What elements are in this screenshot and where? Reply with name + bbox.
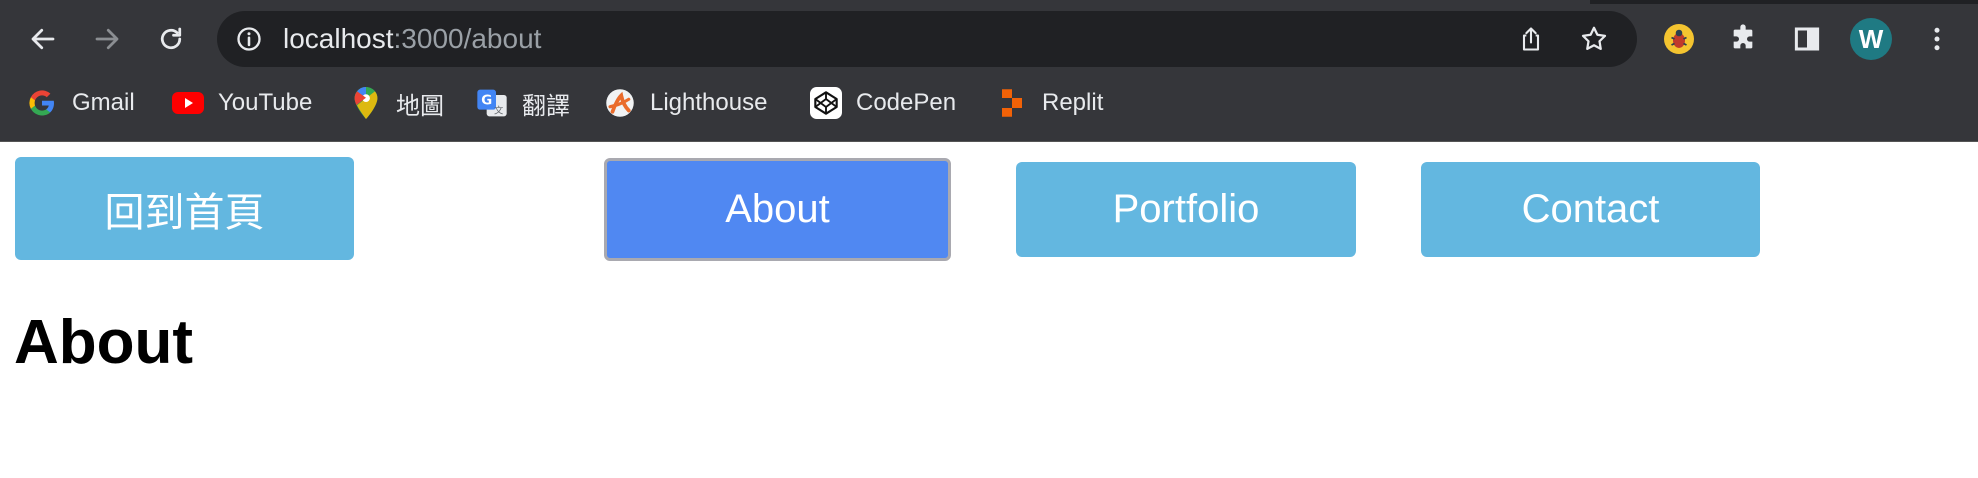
reload-button[interactable]	[148, 16, 194, 62]
contact-button[interactable]: Contact	[1421, 162, 1760, 257]
bookmark-label: 地圖	[396, 92, 444, 120]
translate-icon: G 文	[476, 87, 508, 119]
extension-button[interactable]	[1656, 16, 1702, 62]
bookmark-label: Replit	[1042, 89, 1104, 116]
url-host: localhost	[283, 23, 394, 54]
back-button[interactable]	[20, 16, 66, 62]
bookmark-maps[interactable]: 地圖	[350, 82, 444, 124]
arrow-left-icon	[31, 28, 55, 50]
bookmark-label: YouTube	[218, 89, 313, 116]
puzzle-icon	[1733, 24, 1753, 49]
about-button[interactable]: About	[604, 158, 951, 261]
side-panel-icon	[1794, 27, 1820, 51]
url-text[interactable]: localhost:3000/about	[283, 11, 541, 67]
browser-menu-button[interactable]	[1914, 16, 1960, 62]
bookmark-label: CodePen	[856, 89, 957, 116]
browser-chrome: localhost:3000/about W Gmail YouTube 地圖 …	[0, 0, 1978, 142]
bookmark-codepen[interactable]: CodePen	[810, 82, 956, 124]
bookmarks-bar: Gmail YouTube 地圖 G 文 翻譯 Lighthouse CodeP…	[0, 82, 1978, 124]
bookmark-star-icon[interactable]	[1579, 24, 1609, 54]
avatar: W	[1850, 18, 1892, 60]
portfolio-button[interactable]: Portfolio	[1016, 162, 1356, 257]
codepen-icon	[810, 87, 842, 119]
profile-button[interactable]: W	[1848, 16, 1894, 62]
bookmark-lighthouse[interactable]: Lighthouse	[604, 82, 767, 124]
side-panel-button[interactable]	[1784, 16, 1830, 62]
browser-toolbar: localhost:3000/about W	[0, 8, 1978, 72]
active-tab[interactable]	[0, 0, 1590, 4]
info-icon[interactable]	[235, 25, 263, 53]
url-path: :3000/about	[393, 23, 542, 54]
bookmark-replit[interactable]: Replit	[996, 82, 1103, 124]
google-icon	[26, 87, 58, 119]
arrow-right-icon	[95, 28, 119, 50]
bookmark-translate[interactable]: G 文 翻譯	[476, 82, 570, 124]
extension-bug-icon	[1664, 24, 1694, 54]
share-icon[interactable]	[1517, 25, 1545, 53]
more-vertical-icon	[1934, 27, 1940, 51]
maps-pin-icon	[350, 87, 382, 119]
svg-text:文: 文	[494, 105, 503, 117]
bookmark-label: 翻譯	[522, 92, 570, 120]
bookmark-youtube[interactable]: YouTube	[172, 82, 312, 124]
reload-icon	[160, 27, 182, 50]
bookmark-label: Lighthouse	[650, 89, 768, 116]
home-button[interactable]: 回到首頁	[15, 157, 354, 260]
page-content: 回到首頁 About Portfolio Contact About	[0, 142, 1978, 478]
bookmark-label: Gmail	[72, 89, 135, 116]
lighthouse-icon	[604, 87, 636, 119]
tab-strip	[0, 0, 1978, 4]
extensions-menu-button[interactable]	[1720, 16, 1766, 62]
address-bar[interactable]: localhost:3000/about	[217, 11, 1637, 67]
page-title: About	[14, 308, 194, 377]
replit-icon	[996, 87, 1028, 119]
svg-text:G: G	[481, 93, 492, 108]
bookmark-gmail[interactable]: Gmail	[26, 82, 135, 124]
youtube-icon	[172, 87, 204, 119]
forward-button[interactable]	[84, 16, 130, 62]
